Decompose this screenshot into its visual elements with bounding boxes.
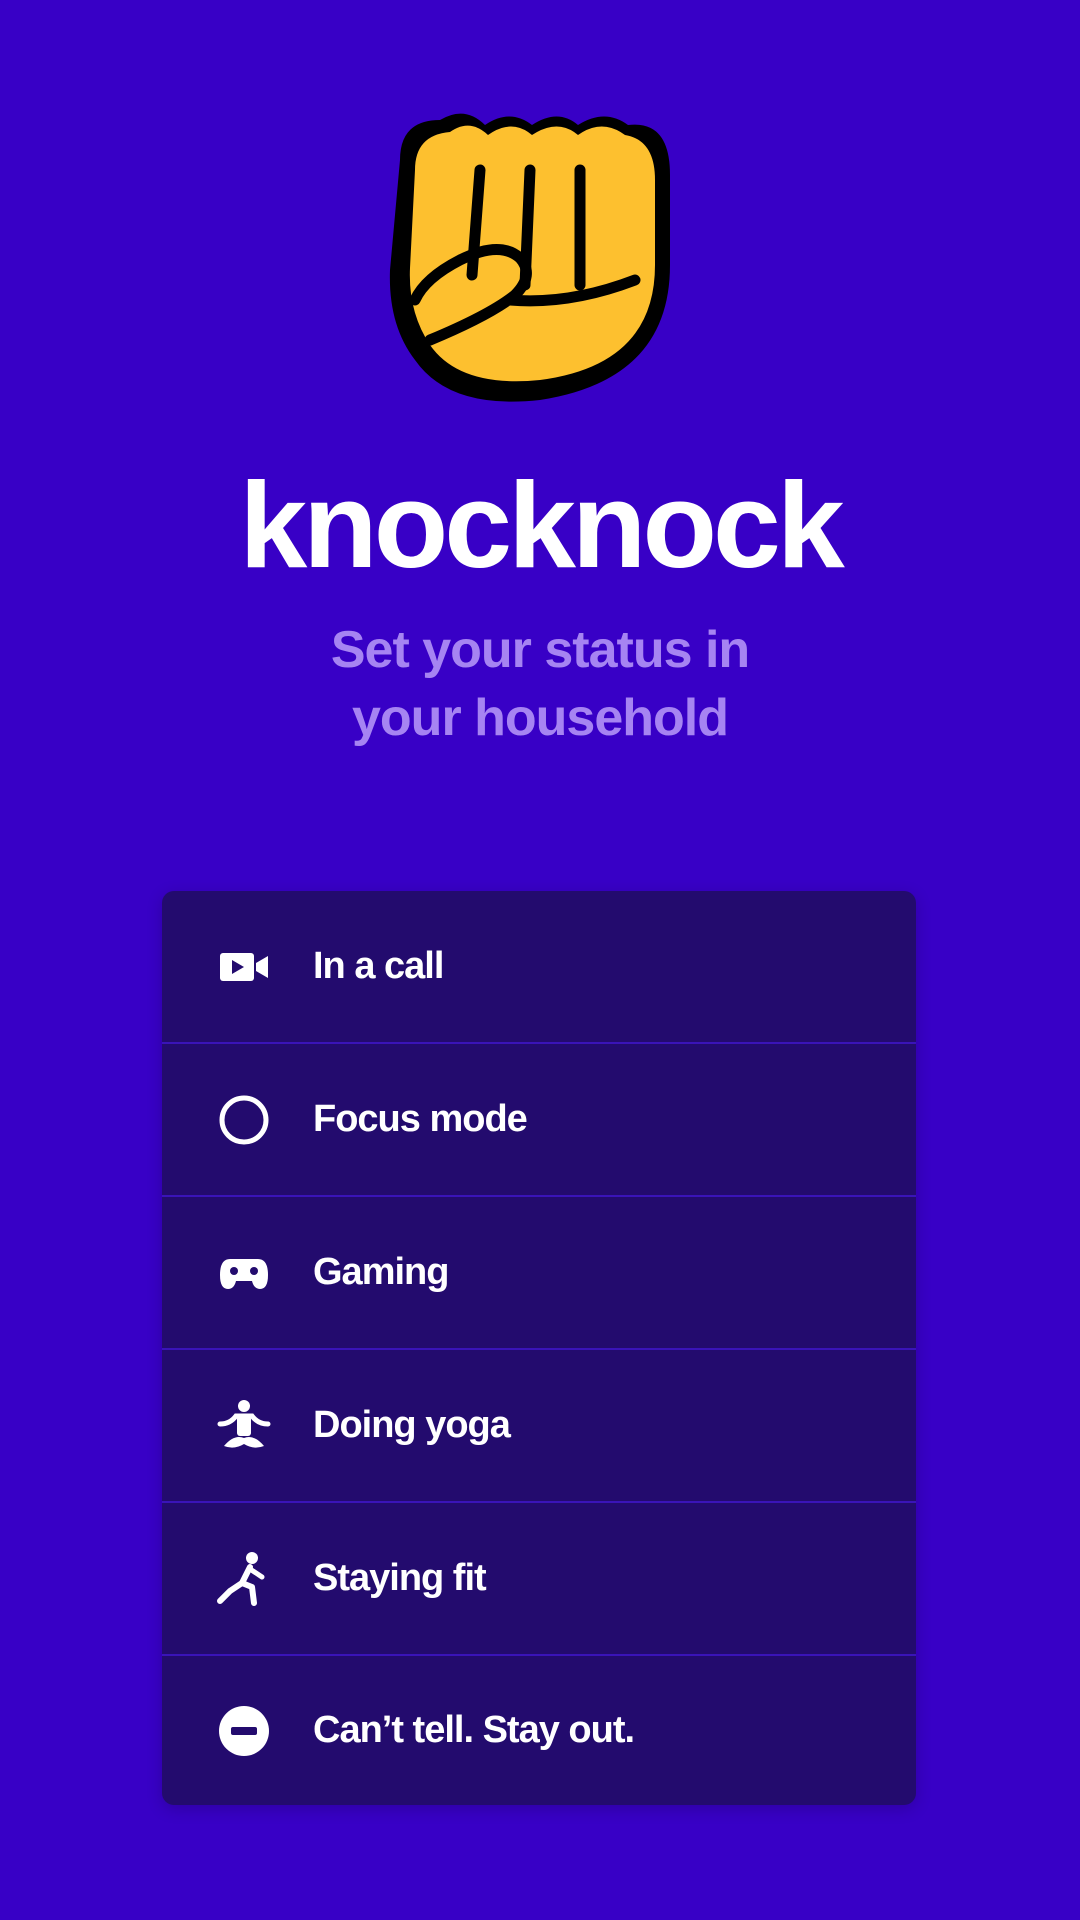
status-label: Staying fit	[313, 1557, 487, 1599]
exercise-icon	[212, 1547, 276, 1611]
status-option-doing-yoga[interactable]: Doing yoga	[162, 1350, 916, 1503]
status-label: Focus mode	[313, 1098, 528, 1140]
status-option-cant-tell-stay-out[interactable]: Can’t tell. Stay out.	[162, 1656, 916, 1805]
status-option-focus-mode[interactable]: Focus mode	[162, 1044, 916, 1197]
status-label: Gaming	[313, 1251, 449, 1293]
status-option-staying-fit[interactable]: Staying fit	[162, 1503, 916, 1656]
status-label: In a call	[313, 945, 444, 987]
tagline-line-1: Set your status in	[330, 621, 750, 679]
tagline: Set your status in your household	[0, 616, 1080, 752]
status-option-gaming[interactable]: Gaming	[162, 1197, 916, 1350]
app-logo-fist	[370, 100, 700, 410]
status-label: Can’t tell. Stay out.	[313, 1709, 635, 1751]
do-not-enter-icon	[212, 1699, 276, 1763]
tagline-line-2: your household	[352, 689, 729, 747]
yoga-icon	[212, 1394, 276, 1458]
fist-icon	[389, 113, 670, 402]
status-list: In a call Focus mode Gaming Doing yoga S…	[162, 891, 916, 1805]
status-option-in-a-call[interactable]: In a call	[162, 891, 916, 1044]
video-camera-icon	[212, 935, 276, 999]
gamepad-icon	[212, 1241, 276, 1305]
circle-icon	[212, 1088, 276, 1152]
status-label: Doing yoga	[313, 1404, 511, 1446]
app-name: knocknock	[239, 457, 844, 593]
